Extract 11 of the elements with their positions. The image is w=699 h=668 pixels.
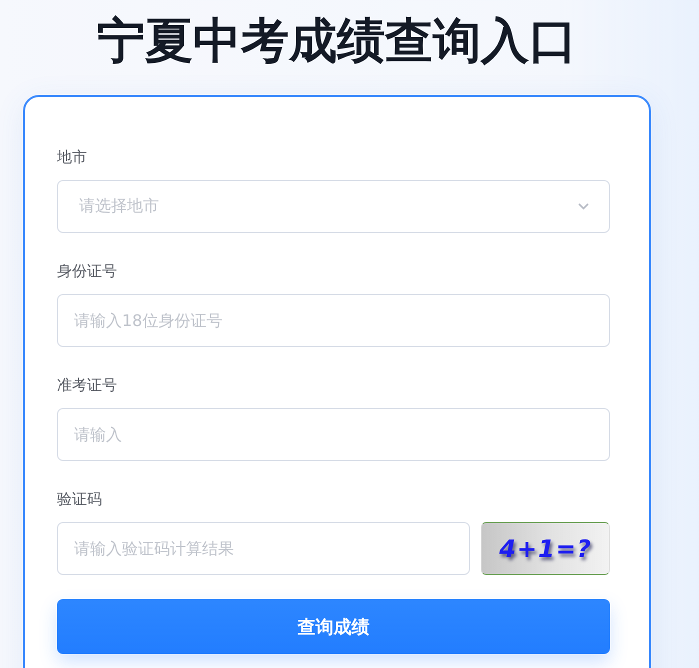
- field-label: 准考证号: [57, 375, 117, 396]
- page-title: 宁夏中考成绩查询入口: [97, 13, 577, 70]
- input-field[interactable]: 请输入18位身份证号: [57, 294, 610, 347]
- chevron-down-icon: [578, 203, 589, 210]
- input-field[interactable]: 请输入: [57, 408, 610, 461]
- field-label: 地市: [57, 147, 87, 168]
- field-label: 身份证号: [57, 261, 117, 282]
- input-field[interactable]: 请输入验证码计算结果: [57, 522, 470, 575]
- submit-button[interactable]: 查询成绩: [57, 599, 610, 654]
- captcha-image[interactable]: 4+1=?: [481, 522, 610, 575]
- field-label: 验证码: [57, 489, 102, 510]
